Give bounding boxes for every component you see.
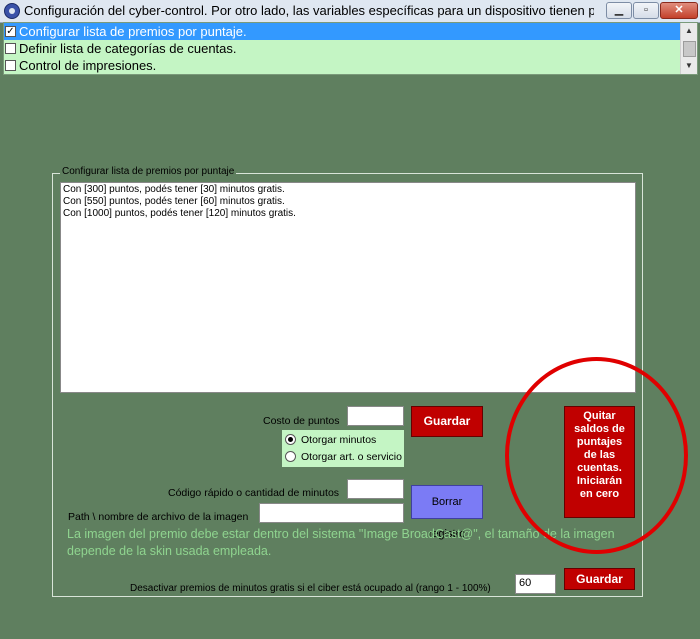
quick-code-input[interactable] (347, 479, 404, 499)
close-button[interactable]: ✕ (660, 2, 698, 19)
minimize-button[interactable]: ▁ (606, 2, 632, 19)
title-bar: Configuración del cyber-control. Por otr… (0, 0, 700, 23)
task-item-label: Definir lista de categorías de cuentas. (19, 41, 237, 56)
task-item-label: Configurar lista de premios por puntaje. (19, 24, 247, 39)
cost-label: Costo de puntos (263, 415, 340, 427)
maximize-icon: ▫ (644, 4, 648, 16)
radio-on-icon[interactable] (285, 434, 296, 445)
task-item-label: Control de impresiones. (19, 58, 157, 73)
delete-record-button[interactable]: Borrar registro (411, 485, 483, 540)
task-checkbox[interactable] (5, 43, 16, 54)
minimize-icon: ▁ (614, 4, 624, 16)
task-item-impresiones[interactable]: Control de impresiones. (4, 57, 684, 74)
app-icon (4, 3, 20, 19)
radio-service-label: Otorgar art. o servicio (301, 451, 402, 463)
cost-input[interactable] (347, 406, 404, 426)
deactivate-label: Desactivar premios de minutos gratis si … (130, 583, 491, 594)
quick-code-label: Código rápido o cantidad de minutos (168, 487, 340, 499)
task-list[interactable]: ✓ Configurar lista de premios por puntaj… (3, 22, 698, 75)
task-checkbox[interactable]: ✓ (5, 26, 16, 37)
image-path-input[interactable] (259, 503, 404, 523)
scroll-up-icon[interactable]: ▲ (681, 23, 697, 39)
save-deactivate-button[interactable]: Guardar (564, 568, 635, 590)
window-title: Configuración del cyber-control. Por otr… (24, 3, 594, 18)
radio-off-icon[interactable] (285, 451, 296, 462)
radio-minutes-label: Otorgar minutos (301, 434, 377, 446)
prize-line: Con [300] puntos, podés tener [30] minut… (63, 184, 285, 195)
annotation-circle (505, 357, 688, 554)
task-item-premios[interactable]: ✓ Configurar lista de premios por puntaj… (4, 23, 684, 40)
maximize-button[interactable]: ▫ (633, 2, 659, 19)
prize-line: Con [550] puntos, podés tener [60] minut… (63, 196, 285, 207)
image-path-label: Path \ nombre de archivo de la imagen (68, 511, 249, 523)
close-icon: ✕ (674, 4, 684, 16)
grant-type-radio-group: Otorgar minutos Otorgar art. o servicio (282, 430, 404, 467)
list-scrollbar[interactable]: ▲ ▼ (680, 23, 697, 74)
task-item-categorias[interactable]: Definir lista de categorías de cuentas. (4, 40, 684, 57)
prize-list-textarea[interactable]: Con [300] puntos, podés tener [30] minut… (60, 182, 636, 393)
groupbox-title: Configurar lista de premios por puntaje (60, 166, 237, 177)
task-checkbox[interactable] (5, 60, 16, 71)
scroll-thumb[interactable] (683, 41, 696, 57)
prize-line: Con [1000] puntos, podés tener [120] min… (63, 208, 296, 219)
scroll-down-icon[interactable]: ▼ (681, 58, 697, 74)
deactivate-input[interactable]: 60 (515, 574, 556, 594)
save-button[interactable]: Guardar (411, 406, 483, 437)
